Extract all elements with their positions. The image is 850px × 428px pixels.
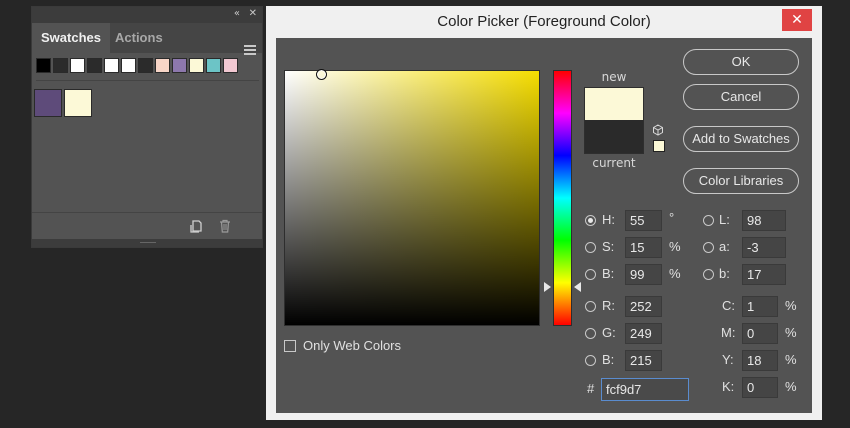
- swatch-5[interactable]: [121, 58, 136, 73]
- color-libraries-button[interactable]: Color Libraries: [683, 168, 799, 194]
- new-color-preview: [584, 87, 644, 120]
- radio-hue[interactable]: [585, 215, 596, 226]
- new-label: new: [601, 70, 627, 84]
- web-safe-color-swatch[interactable]: [653, 140, 665, 152]
- label-brightness: B:: [602, 266, 615, 281]
- hex-field[interactable]: fcf9d7: [601, 378, 689, 401]
- ok-button[interactable]: OK: [683, 49, 799, 75]
- hue-slider-right-handle[interactable]: [574, 282, 581, 292]
- cyan-field[interactable]: 1: [742, 296, 778, 317]
- collapse-panel-icon[interactable]: «: [234, 8, 240, 19]
- add-to-swatches-button[interactable]: Add to Swatches: [683, 126, 799, 152]
- swatch-divider: [36, 80, 259, 81]
- unit-degrees: °: [669, 210, 675, 225]
- trash-icon[interactable]: [218, 219, 232, 233]
- yellow-field[interactable]: 18: [742, 350, 778, 371]
- swatch-9[interactable]: [189, 58, 204, 73]
- swatch-3[interactable]: [87, 58, 102, 73]
- black-field[interactable]: 0: [742, 377, 778, 398]
- tab-actions[interactable]: Actions: [106, 23, 172, 53]
- new-swatch-icon[interactable]: [190, 219, 204, 233]
- radio-blue[interactable]: [585, 355, 596, 366]
- label-b: b:: [719, 266, 730, 281]
- label-hue: H:: [602, 212, 615, 227]
- panel-resize-bar[interactable]: [32, 239, 262, 247]
- label-cyan: C:: [722, 298, 735, 313]
- lightness-field[interactable]: 98: [742, 210, 786, 231]
- label-lightness: L:: [719, 212, 730, 227]
- swatch-1[interactable]: [53, 58, 68, 73]
- label-black: K:: [722, 379, 735, 394]
- swatch-7[interactable]: [155, 58, 170, 73]
- label-saturation: S:: [602, 239, 615, 254]
- hue-slider[interactable]: [553, 70, 572, 326]
- label-red: R:: [602, 298, 615, 313]
- only-web-colors-checkbox[interactable]: [284, 340, 296, 352]
- swatch-6[interactable]: [138, 58, 153, 73]
- unit-percent: %: [669, 266, 681, 281]
- current-color-preview[interactable]: [584, 120, 644, 154]
- swatch-purple[interactable]: [34, 89, 62, 117]
- unit-percent: %: [785, 298, 797, 313]
- radio-green[interactable]: [585, 328, 596, 339]
- close-dialog-button[interactable]: ✕: [782, 9, 812, 31]
- current-label: current: [592, 156, 636, 170]
- radio-saturation[interactable]: [585, 242, 596, 253]
- hue-field[interactable]: 55: [625, 210, 662, 231]
- swatch-0[interactable]: [36, 58, 51, 73]
- hue-slider-left-handle[interactable]: [544, 282, 551, 292]
- close-panel-icon[interactable]: ✕: [249, 8, 257, 19]
- only-web-colors-label: Only Web Colors: [303, 338, 402, 353]
- b-field[interactable]: 17: [742, 264, 786, 285]
- radio-lightness[interactable]: [703, 215, 714, 226]
- swatch-4[interactable]: [104, 58, 119, 73]
- panel-header-bar: « ✕: [32, 7, 262, 23]
- magenta-field[interactable]: 0: [742, 323, 778, 344]
- unit-percent: %: [669, 239, 681, 254]
- tab-swatches[interactable]: Swatches: [32, 23, 110, 53]
- swatch-11[interactable]: [223, 58, 238, 73]
- out-of-gamut-cube-icon[interactable]: [652, 124, 664, 136]
- label-yellow: Y:: [722, 352, 734, 367]
- panel-tab-bar: Swatches Actions: [32, 23, 262, 55]
- radio-a[interactable]: [703, 242, 714, 253]
- color-field-cursor[interactable]: [316, 69, 327, 80]
- a-field[interactable]: -3: [742, 237, 786, 258]
- unit-percent: %: [785, 325, 797, 340]
- blue-field[interactable]: 215: [625, 350, 662, 371]
- label-a: a:: [719, 239, 730, 254]
- label-hex: #: [587, 381, 595, 396]
- swatch-row: [36, 58, 238, 73]
- color-field[interactable]: [284, 69, 540, 326]
- color-picker-dialog: Color Picker (Foreground Color) ✕ new cu…: [266, 6, 822, 420]
- dialog-title: Color Picker (Foreground Color): [437, 13, 651, 30]
- dialog-body: new current OK Cancel Add to Swatches Co…: [276, 38, 812, 413]
- label-magenta: M:: [721, 325, 736, 340]
- saturation-field[interactable]: 15: [625, 237, 662, 258]
- swatches-panel: « ✕ Swatches Actions: [31, 6, 263, 248]
- dialog-titlebar[interactable]: Color Picker (Foreground Color) ✕: [266, 6, 822, 38]
- green-field[interactable]: 249: [625, 323, 662, 344]
- panel-footer: [32, 212, 262, 239]
- radio-b[interactable]: [703, 269, 714, 280]
- brightness-field[interactable]: 99: [625, 264, 662, 285]
- unit-percent: %: [785, 379, 797, 394]
- radio-red[interactable]: [585, 301, 596, 312]
- label-blue: B:: [602, 352, 615, 367]
- swatch-light-yellow[interactable]: [64, 89, 92, 117]
- swatch-2[interactable]: [70, 58, 85, 73]
- label-green: G:: [602, 325, 616, 340]
- cancel-button[interactable]: Cancel: [683, 84, 799, 110]
- unit-percent: %: [785, 352, 797, 367]
- swatch-8[interactable]: [172, 58, 187, 73]
- swatch-10[interactable]: [206, 58, 221, 73]
- red-field[interactable]: 252: [625, 296, 662, 317]
- radio-brightness[interactable]: [585, 269, 596, 280]
- panel-menu-icon[interactable]: [244, 45, 256, 55]
